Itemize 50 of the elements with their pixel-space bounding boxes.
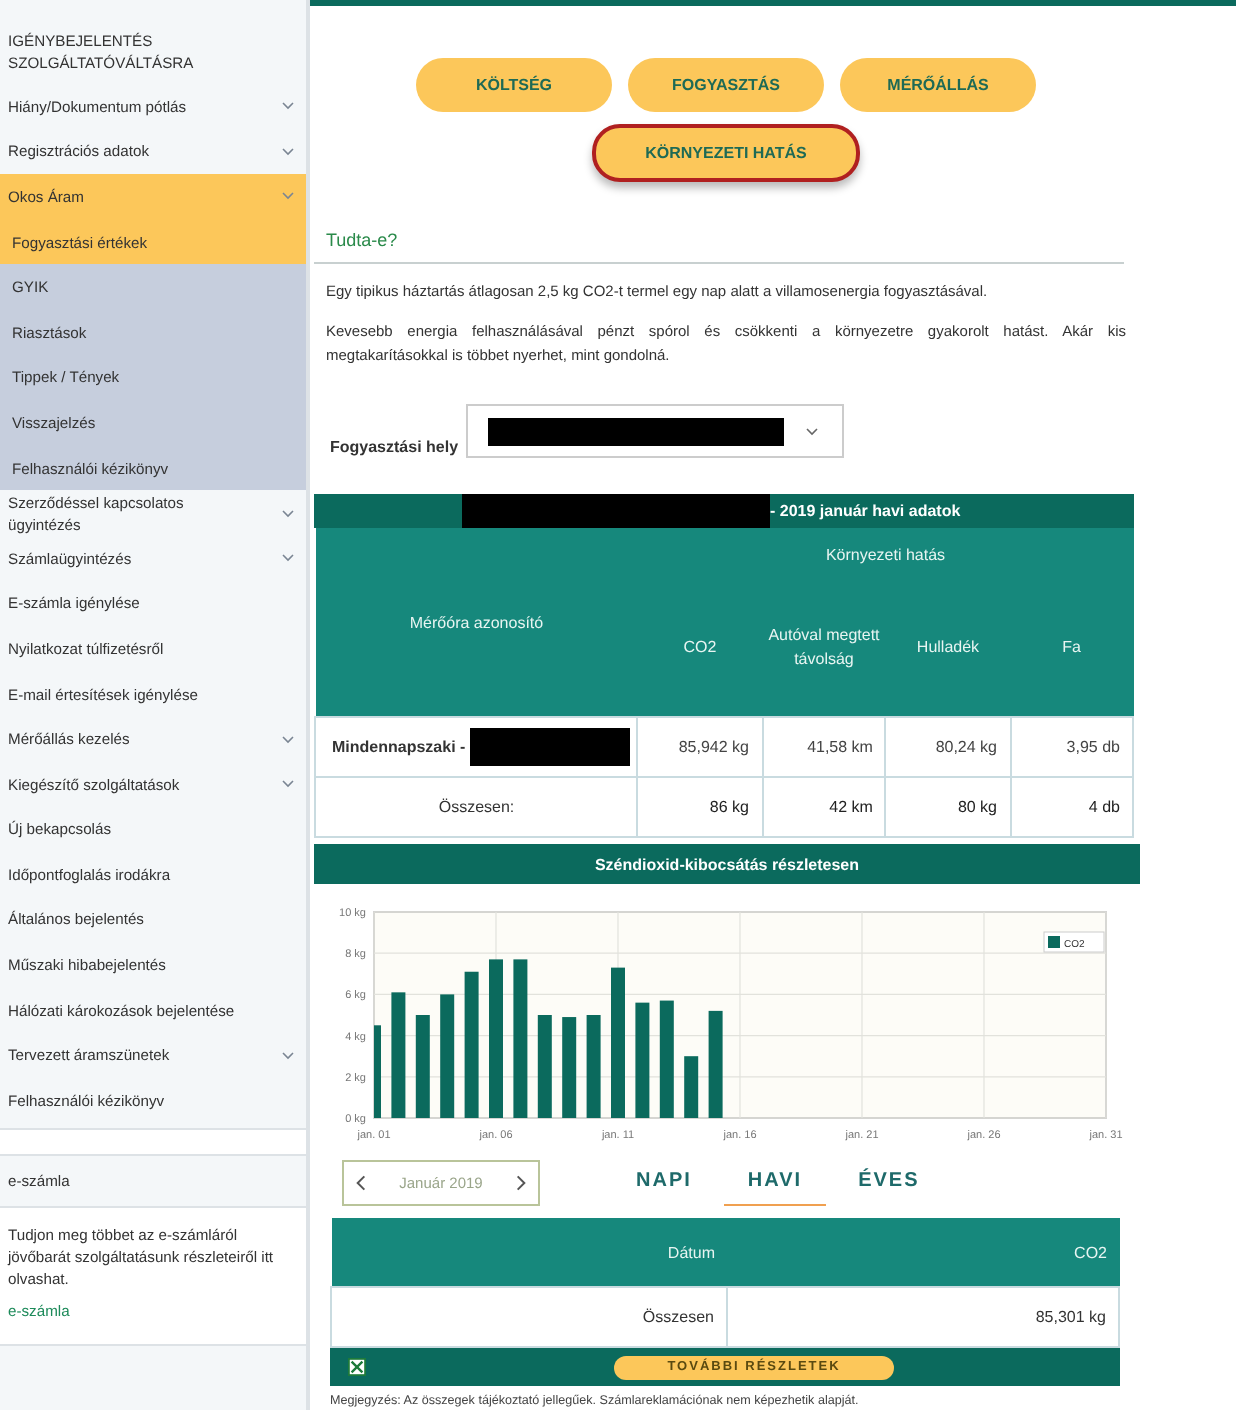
chevron-left-icon[interactable] — [356, 1174, 366, 1192]
table-cell: 86 kg — [637, 777, 762, 837]
table-cell: Összesen: — [438, 798, 515, 816]
column-header: CO2 — [637, 580, 762, 717]
tip-title: Tudta-e? — [314, 222, 1124, 264]
tab[interactable]: FOGYASZTÁS — [628, 58, 824, 112]
table-cell: 85,942 kg — [637, 717, 762, 777]
bar — [440, 994, 455, 1118]
view-tab[interactable]: NAPI — [612, 1161, 716, 1205]
table-cell: 3,95 db — [1010, 717, 1133, 777]
column-group-header: Környezeti hatás — [637, 528, 1133, 580]
chevron-down-icon — [282, 554, 294, 563]
chevron-down-icon — [806, 427, 819, 435]
column-header: Fa — [1010, 580, 1133, 717]
spreadsheet-icon[interactable] — [348, 1358, 366, 1376]
table-cell: 80,24 kg — [885, 717, 1011, 777]
bar — [684, 1056, 699, 1118]
column-header: CO2 — [726, 1218, 1119, 1287]
bar — [635, 1002, 650, 1118]
table-cell: 85,301 kg — [726, 1287, 1119, 1347]
location-label: Fogyasztási hely — [330, 438, 459, 456]
chevron-down-icon — [282, 509, 294, 518]
column-header: Mérőóra azonosító — [315, 528, 638, 717]
table-cell: 4 db — [1010, 777, 1133, 837]
table-cell: 42 km — [762, 777, 886, 837]
chevron-right-icon[interactable] — [515, 1174, 526, 1192]
column-header: Hulladék — [885, 580, 1011, 717]
bar — [391, 992, 406, 1118]
view-tab[interactable]: ÉVES — [834, 1161, 944, 1205]
table-cell: Mindennapszaki - — [332, 738, 466, 756]
tab[interactable]: KÖLTSÉG — [416, 58, 612, 112]
chevron-down-icon — [282, 780, 294, 789]
chevron-down-icon — [282, 102, 294, 111]
table-cell: 41,58 km — [762, 717, 886, 777]
chart-title: Széndioxid-kibocsátás részletesen — [314, 844, 1140, 884]
bar — [374, 1025, 381, 1118]
column-header: Autóval megtett távolság — [762, 580, 886, 717]
chevron-down-icon — [282, 147, 294, 156]
tab[interactable]: MÉRŐÁLLÁS — [840, 58, 1036, 112]
chevron-down-icon — [282, 735, 294, 744]
bar — [562, 1017, 577, 1118]
chevron-down-icon — [282, 1051, 294, 1060]
table-cell: Összesen — [331, 1287, 727, 1347]
table-cell: 80 kg — [885, 777, 1011, 837]
table-title: - 2019 január havi adatok — [770, 502, 961, 520]
view-tab[interactable]: HAVI — [723, 1161, 827, 1205]
location-select[interactable] — [466, 404, 845, 458]
column-header: Dátum — [331, 1218, 727, 1287]
tab[interactable]: KÖRNYEZETI HATÁS — [592, 124, 860, 182]
chevron-down-icon — [282, 192, 294, 201]
